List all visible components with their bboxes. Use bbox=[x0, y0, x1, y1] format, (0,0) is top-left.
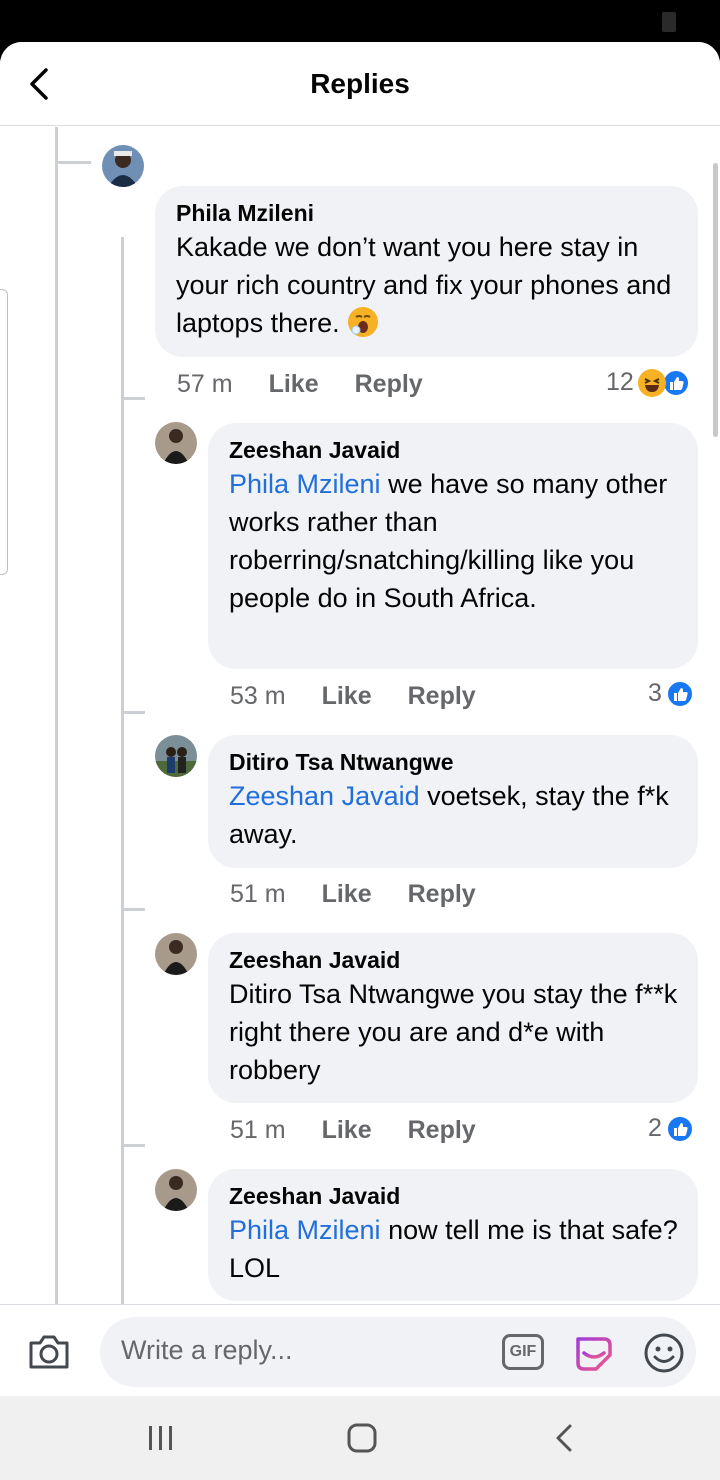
comment-text: Kakade we don’t want you here stay in yo… bbox=[176, 232, 672, 338]
thread-connector bbox=[123, 711, 145, 714]
like-icon bbox=[665, 679, 694, 708]
comment-actions: 57 m Like Reply bbox=[177, 370, 423, 399]
like-button[interactable]: Like bbox=[322, 1116, 372, 1145]
comment-text: Phila Mzileni we have so many other work… bbox=[229, 469, 668, 613]
reaction-count: 12 bbox=[606, 368, 634, 396]
comment-time: 51 m bbox=[230, 1116, 286, 1144]
avatar[interactable] bbox=[155, 933, 197, 975]
reaction-summary[interactable]: 3 bbox=[648, 679, 694, 708]
thread-connector bbox=[123, 1144, 145, 1147]
comment-author[interactable]: Ditiro Tsa Ntwangwe bbox=[229, 747, 678, 777]
comment-text: Ditiro Tsa Ntwangwe you stay the f**k ri… bbox=[229, 979, 678, 1085]
comment-time: 57 m bbox=[177, 370, 233, 398]
reply-button[interactable]: Reply bbox=[408, 880, 476, 909]
comment-bubble[interactable]: Ditiro Tsa Ntwangwe Zeeshan Javaid voets… bbox=[208, 735, 698, 868]
status-bar bbox=[0, 0, 720, 44]
comment-text: Zeeshan Javaid voetsek, stay the f*k awa… bbox=[229, 781, 669, 849]
mention-link[interactable]: Phila Mzileni bbox=[229, 1215, 381, 1245]
reaction-summary[interactable]: 12 bbox=[606, 368, 690, 397]
home-icon[interactable] bbox=[342, 1420, 382, 1456]
battery-icon bbox=[662, 12, 676, 32]
sticker-icon[interactable] bbox=[572, 1331, 616, 1375]
comment-bubble[interactable]: Phila Mzileni Kakade we don’t want you h… bbox=[155, 186, 698, 357]
thread-connector bbox=[123, 908, 145, 911]
replies-list[interactable]: Phila Mzileni Kakade we don’t want you h… bbox=[0, 127, 720, 1305]
comment-time: 53 m bbox=[230, 682, 286, 710]
like-button[interactable]: Like bbox=[269, 370, 319, 399]
avatar[interactable] bbox=[155, 1169, 197, 1211]
reaction-count: 3 bbox=[648, 679, 662, 707]
scrollbar[interactable] bbox=[713, 163, 718, 437]
comment-time: 51 m bbox=[230, 880, 286, 908]
comment-author[interactable]: Phila Mzileni bbox=[176, 198, 678, 228]
avatar[interactable] bbox=[155, 422, 197, 464]
comment-text: Phila Mzileni now tell me is that safe? … bbox=[229, 1215, 678, 1283]
reply-button[interactable]: Reply bbox=[408, 1116, 476, 1145]
like-icon bbox=[661, 368, 690, 397]
comment-bubble[interactable]: Zeeshan Javaid Phila Mzileni we have so … bbox=[208, 423, 698, 669]
haha-icon bbox=[637, 368, 666, 397]
reaction-summary[interactable]: 2 bbox=[648, 1114, 694, 1143]
reply-composer: Write a reply... GIF bbox=[0, 1304, 720, 1396]
comment-author[interactable]: Zeeshan Javaid bbox=[229, 945, 678, 975]
reply-button[interactable]: Reply bbox=[355, 370, 423, 399]
camera-icon[interactable] bbox=[26, 1329, 72, 1375]
avatar[interactable] bbox=[102, 145, 144, 187]
comment-author[interactable]: Zeeshan Javaid bbox=[229, 1181, 678, 1211]
comment-actions: 53 m Like Reply bbox=[230, 682, 476, 711]
back-icon[interactable] bbox=[544, 1420, 584, 1456]
mention-link[interactable]: Phila Mzileni bbox=[229, 469, 381, 499]
comment-bubble[interactable]: Zeeshan Javaid Phila Mzileni now tell me… bbox=[208, 1169, 698, 1301]
thread-line bbox=[55, 127, 58, 1305]
thread-connector bbox=[57, 161, 91, 164]
gif-button[interactable]: GIF bbox=[502, 1334, 544, 1370]
system-nav-bar bbox=[0, 1396, 720, 1480]
mention-link[interactable]: Zeeshan Javaid bbox=[229, 781, 420, 811]
comment-bubble[interactable]: Zeeshan Javaid Ditiro Tsa Ntwangwe you s… bbox=[208, 933, 698, 1103]
comment-author[interactable]: Zeeshan Javaid bbox=[229, 435, 678, 465]
avatar[interactable] bbox=[155, 735, 197, 777]
page-title: Replies bbox=[310, 68, 410, 99]
yawning-face-icon bbox=[348, 307, 379, 337]
header: Replies bbox=[0, 42, 720, 126]
reply-button[interactable]: Reply bbox=[408, 682, 476, 711]
reaction-count: 2 bbox=[648, 1114, 662, 1142]
reply-placeholder: Write a reply... bbox=[121, 1335, 293, 1365]
like-button[interactable]: Like bbox=[322, 682, 372, 711]
emoji-icon[interactable] bbox=[642, 1331, 686, 1375]
reply-input[interactable]: Write a reply... GIF bbox=[100, 1317, 696, 1387]
replies-sheet: Replies Phila Mzileni Kakade we don’t wa… bbox=[0, 42, 720, 1396]
like-icon bbox=[665, 1114, 694, 1143]
comment-actions: 51 m Like Reply bbox=[230, 880, 476, 909]
thread-connector bbox=[123, 397, 145, 400]
comment-actions: 51 m Like Reply bbox=[230, 1116, 476, 1145]
like-button[interactable]: Like bbox=[322, 880, 372, 909]
parent-comment-edge bbox=[0, 289, 8, 575]
recent-apps-icon[interactable] bbox=[141, 1420, 181, 1456]
